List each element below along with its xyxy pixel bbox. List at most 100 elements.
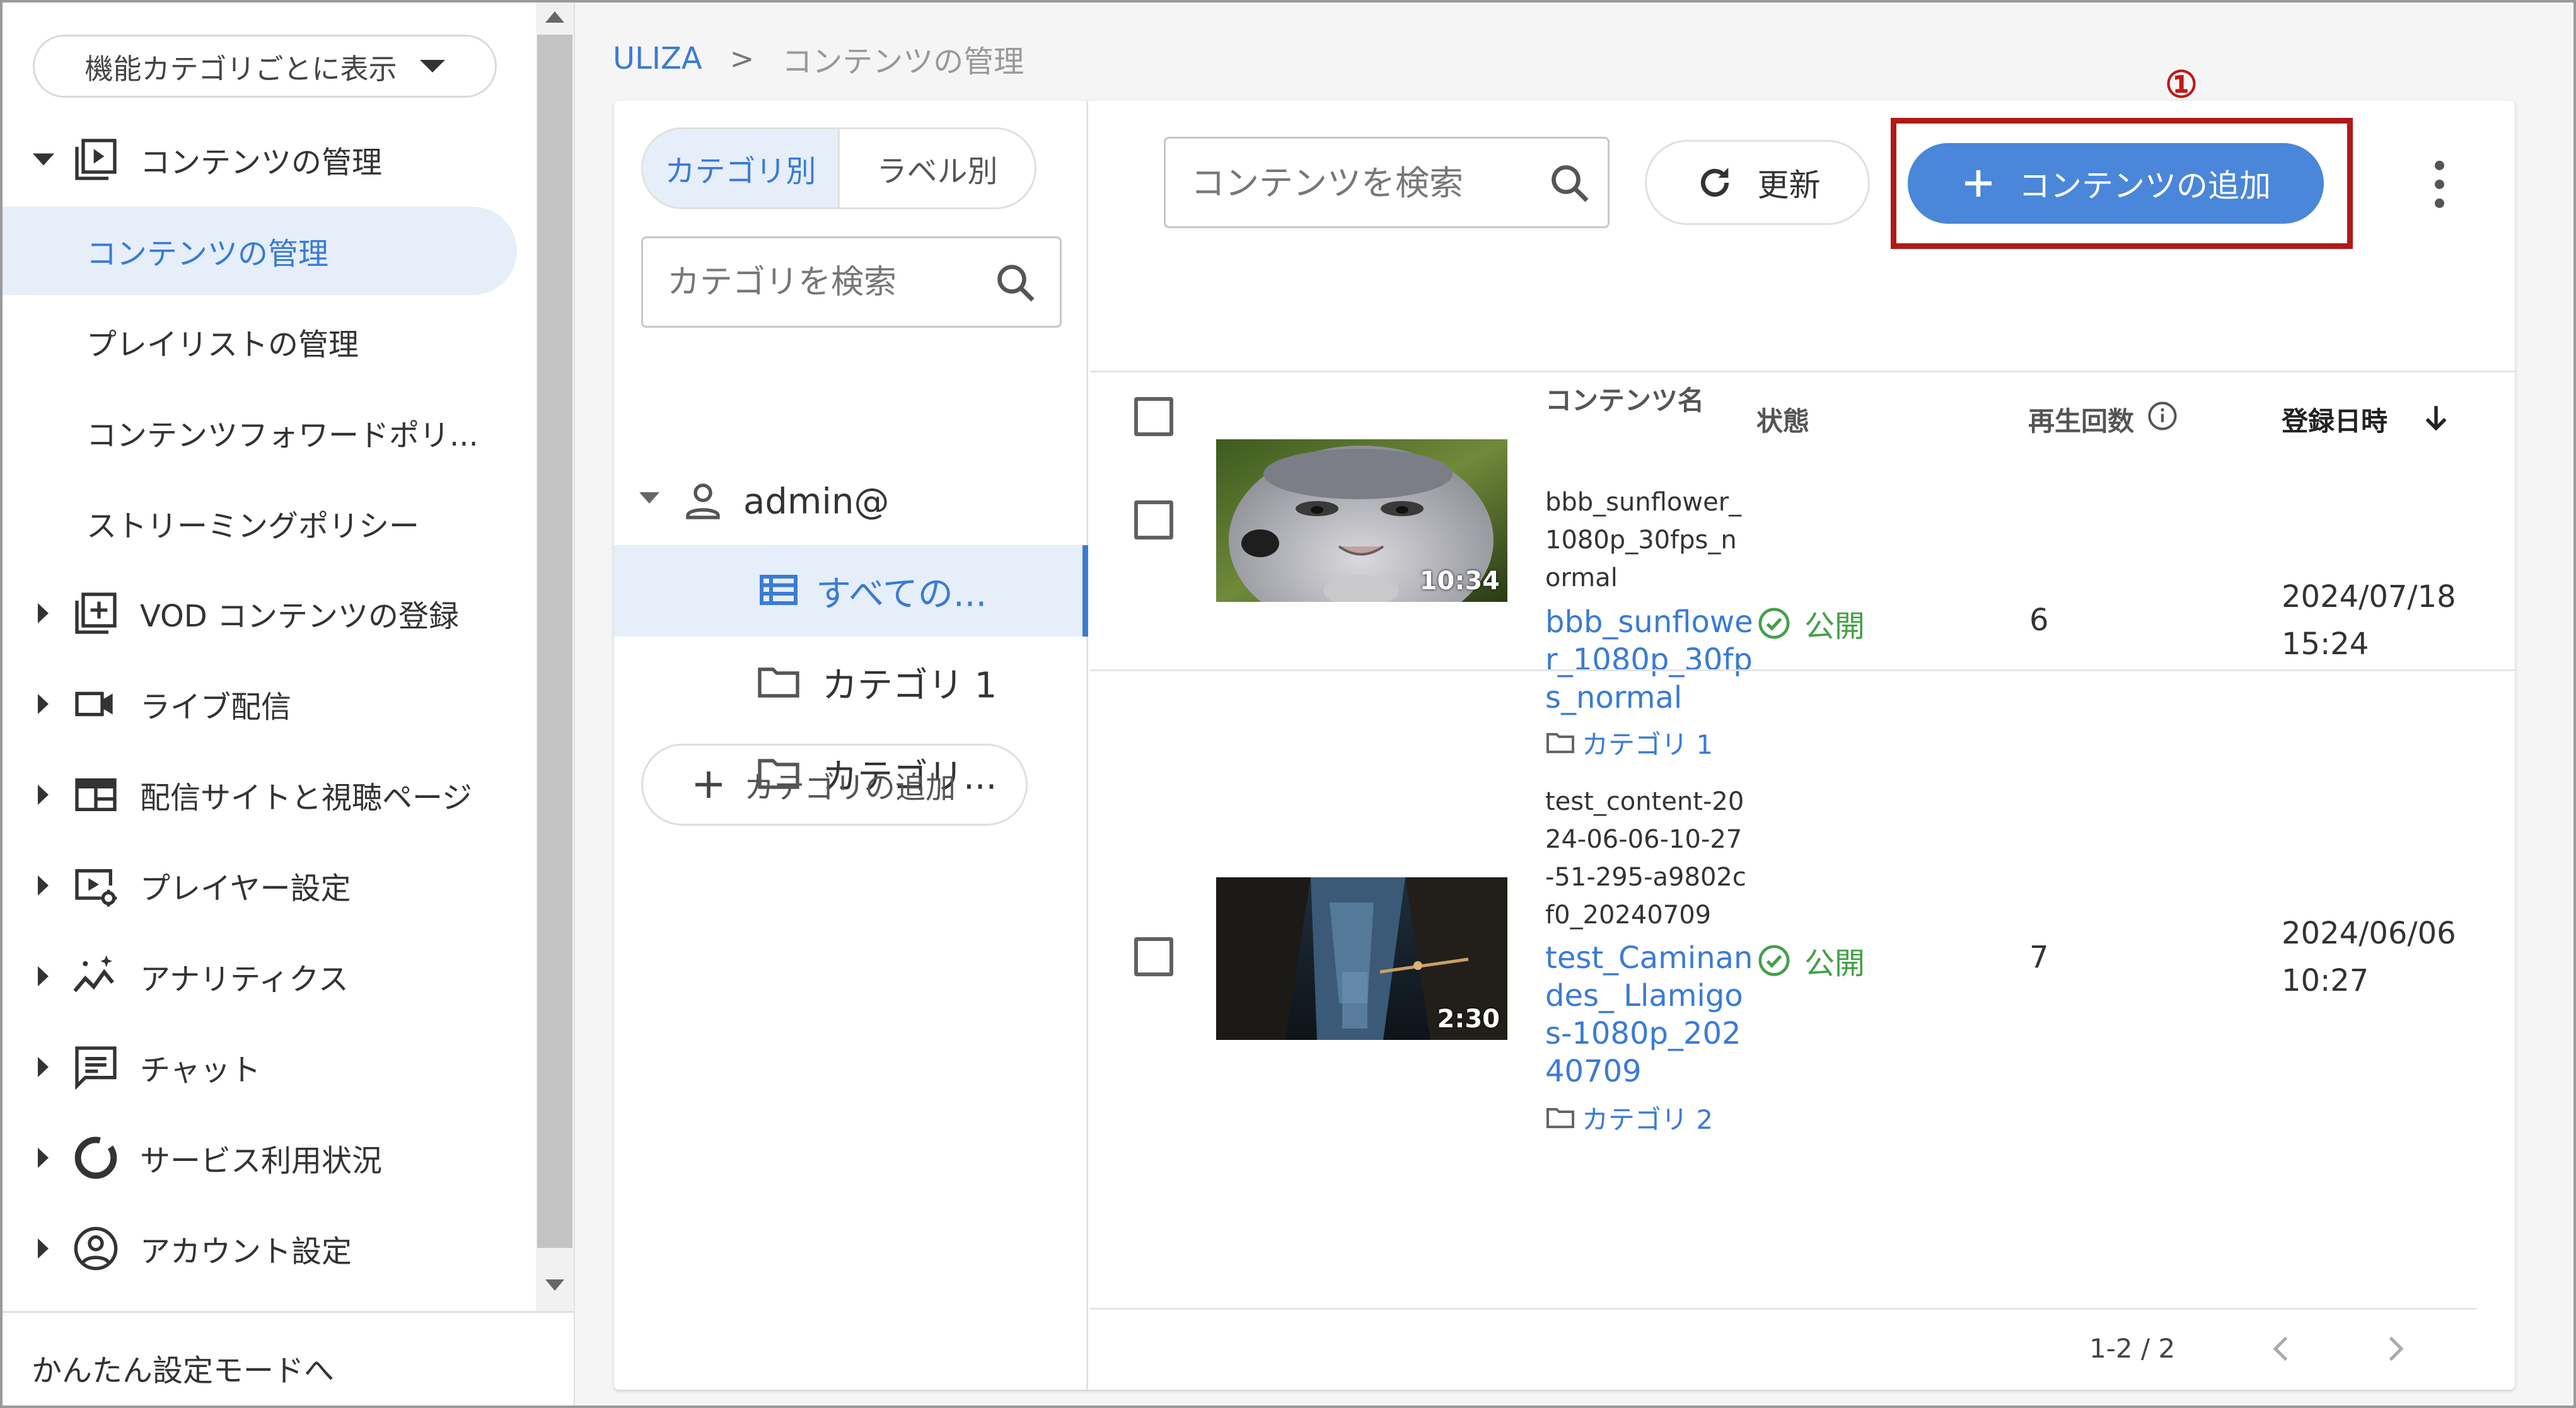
- content-category-link[interactable]: カテゴリ 1: [1545, 724, 1713, 762]
- category-search-input[interactable]: [667, 257, 970, 308]
- status-badge: 公開: [1756, 601, 1865, 645]
- nav-label: VOD コンテンツの登録: [140, 599, 459, 634]
- collapsed-arrow-icon: [38, 1148, 49, 1168]
- videocam-icon: [71, 679, 121, 729]
- breadcrumb-root-link[interactable]: ULIZA: [613, 41, 702, 76]
- player-settings-icon: [71, 860, 121, 911]
- collapsed-arrow-icon: [38, 785, 49, 805]
- expand-arrow-icon: [33, 153, 54, 166]
- registered-date: 2024/07/18: [2282, 579, 2456, 615]
- nav-label: ライブ配信: [140, 690, 292, 725]
- chat-icon: [71, 1042, 121, 1092]
- info-icon[interactable]: [2146, 400, 2179, 432]
- nav-group-usage[interactable]: サービス利用状況: [0, 1120, 536, 1196]
- video-duration: 10:34: [1419, 567, 1500, 596]
- nav-group-contents[interactable]: コンテンツの管理: [0, 122, 536, 197]
- registered-time: 15:24: [2282, 626, 2369, 662]
- add-category-label: カテゴリの追加: [744, 770, 956, 805]
- search-icon[interactable]: [993, 260, 1038, 306]
- sidebar-footer: かんたん設定モードへ: [0, 1311, 574, 1408]
- tree-item-all[interactable]: すべての...: [614, 545, 1088, 637]
- row-checkbox[interactable]: [1134, 937, 1173, 976]
- row-checkbox[interactable]: [1134, 500, 1173, 540]
- sort-arrow-down-icon[interactable]: [2420, 402, 2452, 434]
- annotation-highlight-box: [1891, 118, 2353, 249]
- folder-icon: [1545, 728, 1575, 758]
- nav-group-chat[interactable]: チャット: [0, 1029, 536, 1105]
- view-mode-select[interactable]: 機能カテゴリごとに表示: [33, 35, 497, 98]
- nav-label: チャット: [140, 1053, 261, 1088]
- nav-group-analytics[interactable]: アナリティクス: [0, 938, 536, 1014]
- video-thumbnail[interactable]: 2:30: [1216, 877, 1507, 1040]
- video-thumbnail[interactable]: 10:34: [1216, 439, 1507, 602]
- content-title-link[interactable]: test_Caminandes_ Llamigos-1080p_20240709: [1545, 939, 1753, 1090]
- breadcrumb-separator: >: [729, 42, 755, 76]
- refresh-icon: [1695, 163, 1735, 203]
- content-search-input[interactable]: [1191, 158, 1531, 208]
- content-id: bbb_sunflower_1080p_30fps_normal: [1545, 488, 1742, 592]
- web-icon: [71, 770, 121, 820]
- nav-group-player[interactable]: プレイヤー設定: [0, 848, 536, 923]
- table-header-divider: [1090, 371, 2515, 372]
- refresh-label: 更新: [1757, 166, 1821, 204]
- select-all-checkbox[interactable]: [1134, 397, 1173, 436]
- next-page-icon[interactable]: [2376, 1330, 2414, 1368]
- status-label: 公開: [1804, 609, 1865, 644]
- column-header-plays[interactable]: 再生回数: [2028, 400, 2134, 439]
- row-divider: [1090, 669, 2515, 671]
- video-duration: 2:30: [1437, 1005, 1500, 1034]
- easy-mode-link[interactable]: かんたん設定モードへ: [32, 1346, 334, 1390]
- sidebar-scrollbar[interactable]: [536, 0, 574, 1311]
- table-footer-divider: [1090, 1308, 2477, 1310]
- list-icon: [756, 567, 801, 613]
- tree-item-category-1[interactable]: カテゴリ 1: [614, 637, 1088, 728]
- tab-by-category[interactable]: カテゴリ別: [643, 129, 840, 207]
- sidebar-item-content-management[interactable]: コンテンツの管理: [0, 207, 517, 295]
- sidebar-item-playlists[interactable]: プレイリストの管理: [0, 297, 517, 386]
- tab-by-label[interactable]: ラベル別: [840, 129, 1035, 207]
- tree-user-node[interactable]: admin@: [614, 456, 1088, 547]
- collapsed-arrow-icon: [38, 1238, 49, 1259]
- dropdown-caret-icon: [419, 60, 445, 72]
- scroll-thumb[interactable]: [537, 35, 572, 1248]
- content-id: test_content-2024-06-06-10-27-51-295-a98…: [1545, 787, 1746, 930]
- content-card: カテゴリ別 ラベル別 admin@ すべての...: [614, 63, 2515, 1390]
- view-mode-label: 機能カテゴリごとに表示: [84, 52, 397, 86]
- column-header-name[interactable]: コンテンツ名: [1545, 379, 1704, 418]
- content-title-link[interactable]: bbb_sunflower_1080p_30fps_normal: [1545, 603, 1753, 717]
- content-category-link[interactable]: カテゴリ 2: [1545, 1099, 1713, 1137]
- collapsed-arrow-icon: [38, 1057, 49, 1077]
- nav-label: サービス利用状況: [140, 1143, 383, 1179]
- more-vert-icon[interactable]: [2433, 161, 2445, 208]
- sidebar-item-streaming-policy[interactable]: ストリーミングポリシー: [0, 479, 517, 567]
- nav-group-vod[interactable]: VOD コンテンツの登録: [0, 575, 536, 651]
- content-pane: 更新 コンテンツの追加 ① コンテンツ名 状態 再生回数 登録日時: [1090, 63, 2515, 1390]
- nav-group-live[interactable]: ライブ配信: [0, 666, 536, 742]
- video-library-icon: [71, 134, 121, 185]
- nav-group-sites[interactable]: 配信サイトと視聴ページ: [0, 757, 536, 833]
- column-header-date[interactable]: 登録日時: [2282, 400, 2387, 439]
- sidebar-item-label: コンテンツフォワードポリ...: [86, 418, 479, 453]
- registered-time: 10:27: [2282, 963, 2369, 998]
- prev-page-icon[interactable]: [2263, 1330, 2300, 1368]
- add-category-button[interactable]: カテゴリの追加: [641, 744, 1028, 826]
- analytics-icon: [71, 951, 121, 1001]
- nav-group-account[interactable]: アカウント設定: [0, 1211, 536, 1286]
- expand-arrow-icon[interactable]: [639, 492, 659, 504]
- tree-user-label: admin@: [743, 481, 890, 522]
- collapsed-arrow-icon: [38, 603, 49, 623]
- search-icon[interactable]: [1547, 161, 1593, 206]
- column-header-status[interactable]: 状態: [1756, 400, 1809, 439]
- scroll-up-arrow-icon[interactable]: [545, 11, 564, 23]
- sidebar-item-forward-policy[interactable]: コンテンツフォワードポリ...: [0, 388, 517, 476]
- nav-label: コンテンツの管理: [140, 145, 383, 180]
- sidebar-item-label: コンテンツの管理: [86, 236, 329, 272]
- refresh-button[interactable]: 更新: [1645, 140, 1870, 225]
- nav-label: アカウント設定: [140, 1234, 352, 1269]
- check-circle-icon: [1756, 943, 1792, 978]
- status-badge: 公開: [1756, 938, 1865, 983]
- scroll-down-arrow-icon[interactable]: [545, 1279, 564, 1291]
- status-label: 公開: [1804, 946, 1865, 981]
- tree-item-label: カテゴリ 1: [822, 665, 997, 706]
- category-view-toggle: カテゴリ別 ラベル別: [641, 127, 1036, 209]
